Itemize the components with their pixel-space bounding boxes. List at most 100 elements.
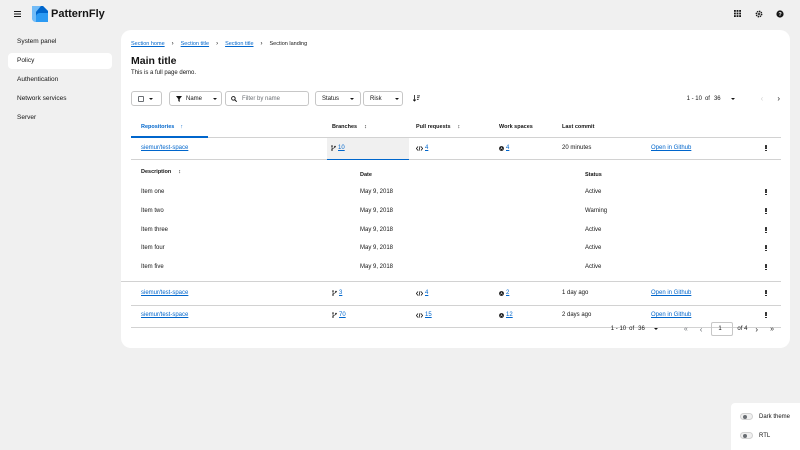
gear-icon[interactable] bbox=[755, 10, 763, 18]
nested-header-status: Status bbox=[585, 172, 602, 178]
work-spaces-cell[interactable]: 4 bbox=[499, 145, 509, 151]
nested-row-actions-kebab-icon[interactable] bbox=[765, 189, 767, 196]
column-header-repositories[interactable]: Repositories ↑ bbox=[141, 124, 183, 130]
sort-icon: ↕ bbox=[178, 169, 182, 175]
branches-cell[interactable]: 70 bbox=[332, 312, 346, 318]
previous-page-icon[interactable]: ‹ bbox=[761, 94, 764, 103]
pull-requests-cell[interactable]: 4 bbox=[416, 145, 428, 151]
open-in-github-link[interactable]: Open in Github bbox=[651, 312, 691, 318]
toolbar: Name Filter by name Status Risk bbox=[131, 91, 781, 106]
column-header-branches[interactable]: Branches ↕ bbox=[332, 124, 367, 130]
current-page-input[interactable]: 1 bbox=[711, 322, 734, 336]
caret-down-icon bbox=[149, 97, 153, 100]
nested-row-actions-kebab-icon[interactable] bbox=[765, 264, 767, 271]
nested-date: May 9, 2018 bbox=[360, 245, 394, 251]
branches-cell[interactable]: 3 bbox=[332, 290, 342, 296]
work-spaces-cell[interactable]: 12 bbox=[499, 312, 513, 318]
chevron-right-icon: › bbox=[260, 41, 263, 47]
per-page-caret-icon[interactable] bbox=[653, 328, 658, 330]
filter-by-name-input[interactable]: Filter by name bbox=[225, 91, 309, 106]
nested-row: Item five May 9, 2018 Active bbox=[131, 260, 781, 279]
nested-description: Item one bbox=[141, 189, 165, 195]
column-header-pull-requests[interactable]: Pull requests ↕ bbox=[416, 124, 460, 130]
cube-icon bbox=[499, 312, 504, 318]
sort-icon[interactable] bbox=[413, 95, 420, 102]
nested-row-actions-kebab-icon[interactable] bbox=[765, 208, 767, 215]
branches-toggle-cell[interactable]: 10 bbox=[327, 138, 409, 160]
column-header-label: Description bbox=[141, 169, 172, 175]
status-dropdown[interactable]: Status bbox=[315, 91, 361, 106]
app-launcher-grid-icon[interactable] bbox=[734, 10, 742, 18]
column-header-work-spaces: Work spaces bbox=[499, 124, 533, 130]
filter-attribute-dropdown[interactable]: Name bbox=[169, 91, 222, 106]
open-in-github-link[interactable]: Open in Github bbox=[651, 290, 691, 296]
sidebar-item-server[interactable]: Server bbox=[8, 110, 112, 126]
nested-row-actions-kebab-icon[interactable] bbox=[765, 227, 767, 234]
row-actions-kebab-icon[interactable] bbox=[765, 312, 767, 319]
pagination-of: of bbox=[629, 326, 635, 332]
column-header-label: Repositories bbox=[141, 124, 175, 130]
cube-icon bbox=[499, 145, 504, 151]
pagination-total[interactable]: 36 bbox=[714, 96, 721, 102]
code-branch-icon bbox=[331, 145, 336, 151]
repo-link[interactable]: siemur/test-space bbox=[141, 312, 188, 318]
last-page-icon[interactable]: » bbox=[770, 326, 774, 333]
help-icon[interactable]: ? bbox=[776, 10, 784, 18]
sidebar-item-network-services[interactable]: Network services bbox=[8, 91, 112, 107]
pull-requests-count: 4 bbox=[425, 145, 429, 151]
breadcrumb-link-section-home[interactable]: Section home bbox=[131, 41, 165, 47]
breadcrumb: Section home › Section title › Section t… bbox=[131, 41, 307, 47]
sidebar-item-system-panel[interactable]: System panel bbox=[8, 34, 112, 50]
per-page-caret-icon[interactable] bbox=[730, 97, 735, 100]
rtl-toggle-row: RTL bbox=[740, 432, 770, 439]
rtl-switch[interactable] bbox=[740, 432, 753, 439]
branches-count: 3 bbox=[339, 290, 343, 296]
row-actions-kebab-icon[interactable] bbox=[765, 290, 767, 297]
repo-link[interactable]: siemur/test-space bbox=[141, 145, 188, 151]
column-header-label: Branches bbox=[332, 124, 358, 130]
nested-status: Active bbox=[585, 245, 602, 251]
open-in-github-link[interactable]: Open in Github bbox=[651, 145, 691, 151]
bulk-select-dropdown[interactable] bbox=[131, 91, 162, 106]
hamburger-menu-icon[interactable] bbox=[14, 11, 21, 17]
nested-header-description[interactable]: Description ↕ bbox=[141, 169, 181, 175]
nested-row: Item two May 9, 2018 Warning bbox=[131, 204, 781, 223]
last-commit: 20 minutes bbox=[562, 145, 592, 151]
total-pages: of 4 bbox=[737, 326, 748, 332]
next-page-icon[interactable]: › bbox=[755, 325, 758, 334]
pagination-of: of bbox=[704, 95, 710, 102]
first-page-icon[interactable]: « bbox=[684, 326, 688, 333]
next-page-icon[interactable]: › bbox=[777, 94, 780, 103]
brand-logo[interactable]: PatternFly bbox=[32, 6, 105, 22]
page-description: This is a full page demo. bbox=[131, 70, 197, 76]
nested-row-actions-kebab-icon[interactable] bbox=[765, 245, 767, 252]
last-commit: 2 days ago bbox=[562, 312, 592, 318]
sidebar-item-authentication[interactable]: Authentication bbox=[8, 72, 112, 88]
dark-theme-switch[interactable] bbox=[740, 413, 753, 420]
nested-status: Warning bbox=[585, 208, 608, 214]
pull-requests-cell[interactable]: 15 bbox=[416, 312, 432, 318]
divider bbox=[121, 281, 781, 282]
work-spaces-cell[interactable]: 2 bbox=[499, 290, 509, 296]
sort-icon: ↕ bbox=[457, 124, 461, 130]
column-header-last-commit: Last commit bbox=[562, 124, 595, 130]
pagination-total[interactable]: 36 bbox=[638, 326, 645, 332]
bulk-select-checkbox[interactable] bbox=[138, 95, 144, 102]
row-actions-kebab-icon[interactable] bbox=[765, 145, 767, 152]
previous-page-icon[interactable]: ‹ bbox=[700, 325, 703, 334]
risk-dropdown[interactable]: Risk bbox=[363, 91, 403, 106]
nested-description: Item four bbox=[141, 245, 165, 251]
pull-requests-cell[interactable]: 4 bbox=[416, 290, 428, 296]
repo-link[interactable]: siemur/test-space bbox=[141, 290, 188, 296]
sidebar-item-policy[interactable]: Policy bbox=[8, 53, 112, 69]
caret-down-icon bbox=[213, 97, 218, 100]
breadcrumb-link-section-title-2[interactable]: Section title bbox=[225, 41, 253, 47]
nested-description: Item two bbox=[141, 208, 164, 214]
masthead: PatternFly ? bbox=[0, 0, 800, 30]
nested-description: Item three bbox=[141, 227, 169, 233]
nested-table: Description ↕ Date Status Item one May 9… bbox=[121, 160, 781, 284]
filter-input-placeholder: Filter by name bbox=[242, 95, 281, 102]
dark-theme-toggle-row: Dark theme bbox=[740, 413, 790, 420]
nested-date: May 9, 2018 bbox=[360, 227, 394, 233]
breadcrumb-link-section-title-1[interactable]: Section title bbox=[181, 41, 209, 47]
